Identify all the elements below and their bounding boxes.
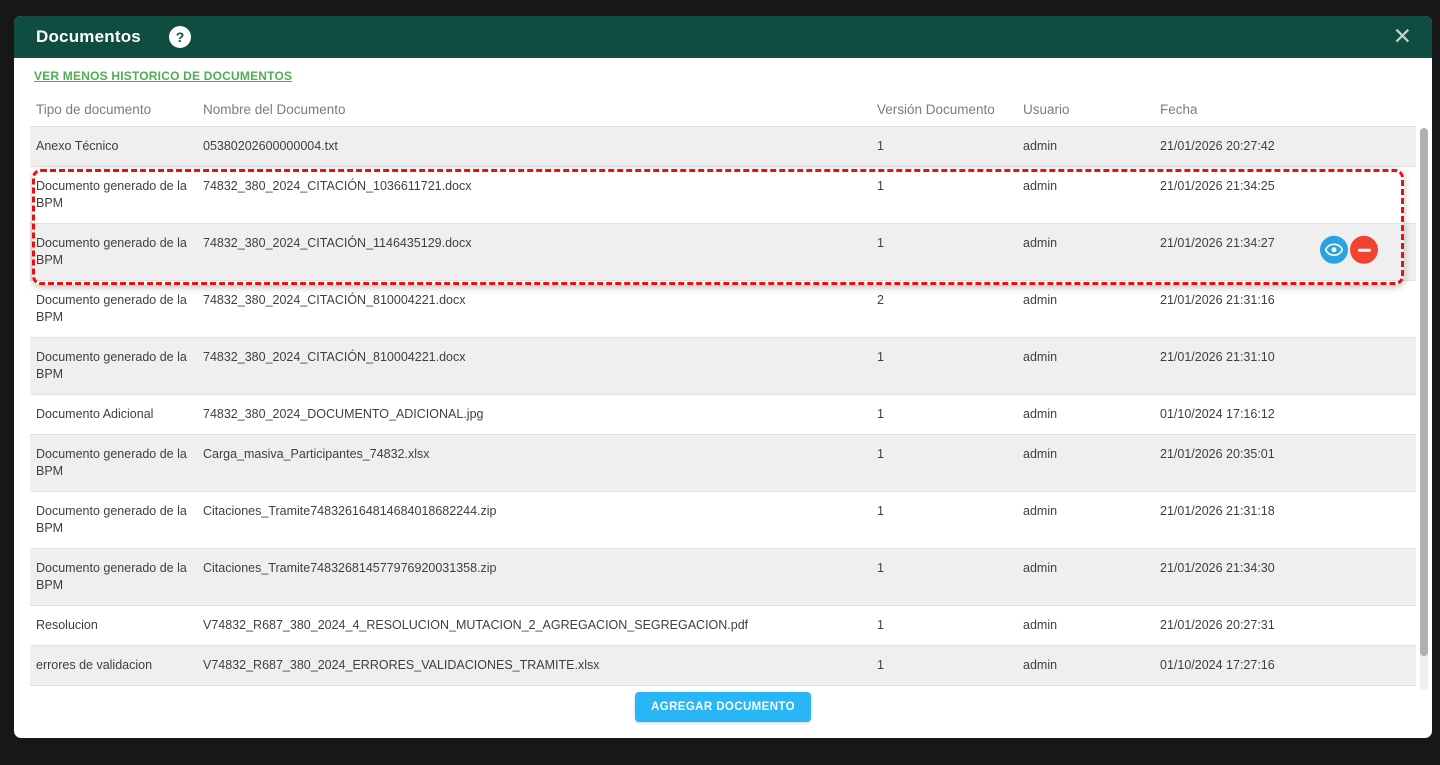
table-row[interactable]: Resolucion V74832_R687_380_2024_4_RESOLU… [30,606,1416,646]
cell-nombre-documento: 05380202600000004.txt [203,127,877,166]
table-scrollbar[interactable] [1420,128,1428,690]
column-header-usuario: Usuario [1023,102,1160,117]
table-row[interactable]: Documento generado de la BPM 74832_380_2… [30,338,1416,395]
cell-version-documento: 1 [877,167,1023,223]
cell-nombre-documento: Citaciones_Tramite7483268145779769200313… [203,549,877,605]
table-row[interactable]: Documento generado de la BPM 74832_380_2… [30,281,1416,338]
add-document-button[interactable]: AGREGAR DOCUMENTO [635,692,811,722]
modal-header: Documentos ? ✕ [14,16,1432,58]
documents-modal: Documentos ? ✕ VER MENOS HISTORICO DE DO… [14,16,1432,738]
toggle-history-link[interactable]: VER MENOS HISTORICO DE DOCUMENTOS [34,69,292,83]
cell-fecha: 21/01/2026 21:34:30 [1160,549,1416,605]
documents-table: Tipo de documento Nombre del Documento V… [30,93,1416,689]
cell-fecha: 21/01/2026 20:27:31 [1160,606,1416,645]
cell-usuario: admin [1023,435,1160,491]
cell-nombre-documento: Carga_masiva_Participantes_74832.xlsx [203,435,877,491]
table-row[interactable]: Documento Adicional 74832_380_2024_DOCUM… [30,395,1416,435]
column-header-version: Versión Documento [877,102,1023,117]
cell-tipo-documento: Documento generado de la BPM [30,281,203,337]
modal-body: VER MENOS HISTORICO DE DOCUMENTOS Tipo d… [14,58,1432,738]
table-row[interactable]: Documento generado de la BPM 74832_380_2… [30,224,1416,281]
cell-tipo-documento: Documento generado de la BPM [30,338,203,394]
cell-fecha: 01/10/2024 17:16:12 [1160,395,1416,434]
cell-version-documento: 1 [877,549,1023,605]
minus-icon [1358,248,1371,251]
column-header-nombre: Nombre del Documento [203,102,877,117]
cell-fecha: 21/01/2026 20:27:42 [1160,127,1416,166]
table-row[interactable]: Documento generado de la BPM Carga_masiv… [30,435,1416,492]
cell-version-documento: 1 [877,606,1023,645]
cell-nombre-documento: 74832_380_2024_CITACIÓN_1146435129.docx [203,224,877,280]
cell-nombre-documento: V74832_R687_380_2024_ERRORES_VALIDACIONE… [203,646,877,685]
cell-tipo-documento: Documento generado de la BPM [30,435,203,491]
cell-usuario: admin [1023,606,1160,645]
help-icon[interactable]: ? [169,26,191,48]
eye-icon [1324,240,1344,260]
cell-version-documento: 1 [877,435,1023,491]
cell-nombre-documento: Citaciones_Tramite7483261648146840186822… [203,492,877,548]
table-row[interactable]: Documento generado de la BPM Citaciones_… [30,549,1416,606]
cell-usuario: admin [1023,646,1160,685]
cell-usuario: admin [1023,167,1160,223]
cell-fecha: 21/01/2026 21:31:18 [1160,492,1416,548]
cell-tipo-documento: Documento generado de la BPM [30,549,203,605]
table-row[interactable]: errores de validacion V74832_R687_380_20… [30,646,1416,686]
document-table-body: Anexo Técnico 05380202600000004.txt 1 ad… [30,127,1416,689]
cell-tipo-documento: Resolucion [30,606,203,645]
cell-tipo-documento: Documento generado de la BPM [30,167,203,223]
cell-fecha: 01/10/2024 17:27:16 [1160,646,1416,685]
column-header-fecha: Fecha [1160,102,1416,117]
cell-usuario: admin [1023,395,1160,434]
column-header-tipo: Tipo de documento [30,102,203,117]
cell-nombre-documento: 74832_380_2024_CITACIÓN_810004221.docx [203,281,877,337]
cell-version-documento: 1 [877,224,1023,280]
modal-footer: AGREGAR DOCUMENTO [30,689,1416,737]
cell-usuario: admin [1023,224,1160,280]
cell-nombre-documento: 74832_380_2024_DOCUMENTO_ADICIONAL.jpg [203,395,877,434]
cell-tipo-documento: Documento generado de la BPM [30,492,203,548]
cell-tipo-documento: Anexo Técnico [30,127,203,166]
scrollbar-thumb[interactable] [1420,128,1428,656]
close-icon[interactable]: ✕ [1393,26,1412,49]
cell-usuario: admin [1023,549,1160,605]
row-actions [1320,236,1378,264]
cell-nombre-documento: 74832_380_2024_CITACIÓN_810004221.docx [203,338,877,394]
cell-usuario: admin [1023,281,1160,337]
cell-nombre-documento: 74832_380_2024_CITACIÓN_1036611721.docx [203,167,877,223]
remove-document-button[interactable] [1350,236,1378,264]
cell-tipo-documento: Documento Adicional [30,395,203,434]
cell-tipo-documento: errores de validacion [30,646,203,685]
cell-version-documento: 1 [877,127,1023,166]
cell-tipo-documento: Documento generado de la BPM [30,224,203,280]
table-header-row: Tipo de documento Nombre del Documento V… [30,93,1416,127]
cell-version-documento: 1 [877,646,1023,685]
table-row[interactable]: Documento generado de la BPM 74832_380_2… [30,167,1416,224]
cell-usuario: admin [1023,492,1160,548]
cell-fecha: 21/01/2026 21:31:16 [1160,281,1416,337]
cell-fecha: 21/01/2026 21:31:10 [1160,338,1416,394]
cell-version-documento: 1 [877,492,1023,548]
cell-version-documento: 2 [877,281,1023,337]
table-row[interactable]: Anexo Técnico 05380202600000004.txt 1 ad… [30,127,1416,167]
cell-nombre-documento: V74832_R687_380_2024_4_RESOLUCION_MUTACI… [203,606,877,645]
table-row[interactable]: Documento generado de la BPM Citaciones_… [30,492,1416,549]
cell-usuario: admin [1023,127,1160,166]
cell-fecha: 21/01/2026 20:35:01 [1160,435,1416,491]
view-document-button[interactable] [1320,236,1348,264]
cell-version-documento: 1 [877,338,1023,394]
cell-usuario: admin [1023,338,1160,394]
modal-title: Documentos [36,27,141,47]
cell-version-documento: 1 [877,395,1023,434]
cell-fecha: 21/01/2026 21:34:25 [1160,167,1416,223]
